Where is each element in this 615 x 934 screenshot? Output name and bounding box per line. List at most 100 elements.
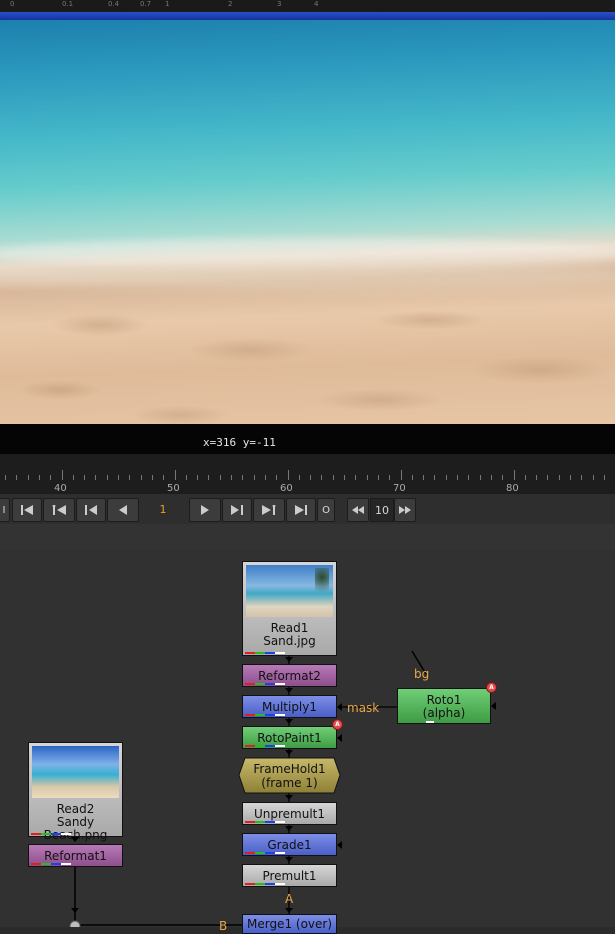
reformat1-node[interactable]: Reformat1 [28,844,123,867]
animated-badge-icon: A [486,682,497,693]
a-pipe-label: A [285,892,294,906]
timeline-tick [129,475,131,480]
top-ruler: 0 0.1 0.4 0.7 1 2 3 4 [0,0,615,12]
multiply1-node[interactable]: Multiply1 [242,695,337,718]
next-keyframe-icon [262,505,276,515]
read2-thumbnail [32,746,119,798]
frame-label: 60 [280,483,293,494]
channel-indicator [31,863,71,865]
read1-node[interactable]: Read1 Sand.jpg [242,561,337,656]
out-point-button[interactable]: O [317,498,335,522]
merge1-node[interactable]: Merge1 (over) [242,914,337,934]
first-frame-icon [21,505,33,515]
pipe-arrow [285,719,293,724]
timeline-tick [581,475,583,480]
framehold1-node[interactable]: FrameHold1 (frame 1) [238,762,341,790]
frame-increment-field[interactable]: 10 [370,498,394,522]
frame-label: 40 [54,483,67,494]
timeline-tick [185,475,187,480]
timeline-tick [208,475,210,480]
out-label: O [322,504,330,516]
rewind-icon [352,506,364,514]
timeline-tick [276,475,278,480]
timeline-tick [253,475,255,480]
pipe-arrow [285,826,293,831]
grade1-node[interactable]: Grade1 [242,833,337,856]
ruler-label: 1 [165,0,170,8]
next-increment-button[interactable] [222,498,252,522]
reformat2-node[interactable]: Reformat2 [242,664,337,687]
timeline-tick [389,475,391,480]
channel-indicator [426,721,434,723]
timeline-tick [5,475,6,480]
unpremult1-node[interactable]: Unpremult1 [242,802,337,825]
roto1-node[interactable]: Roto1 (alpha) [397,688,491,724]
pipe-arrow [71,837,79,842]
rotopaint1-node[interactable]: RotoPaint1 [242,726,337,749]
cursor-coordinates: x=316 y=-11 [203,436,276,449]
current-frame-field[interactable]: 1 [140,498,186,520]
timeline-tick [355,475,357,480]
bg-pipe-label: bg [414,667,430,681]
ruler-label: 4 [314,0,319,8]
play-backward-button[interactable] [107,498,139,522]
previous-increment-button[interactable] [76,498,106,522]
channel-indicator [245,852,285,854]
timeline-tick [16,475,18,480]
framehold1-sub: (frame 1) [261,776,318,790]
premult1-node[interactable]: Premult1 [242,864,337,887]
pipe-arrow [71,908,79,913]
step-back-icon [85,505,97,515]
palm-tree-icon [315,568,329,598]
timeline-tick [72,475,74,480]
in-label: I [2,504,6,516]
roto1-sub: (alpha) [422,706,466,720]
roto1-input-arrow [491,702,496,710]
timeline-tick [377,475,379,480]
last-frame-button[interactable] [286,498,316,522]
timeline-tick [174,470,176,480]
pipe-arrow [285,657,293,662]
viewer-format-band [0,12,615,20]
timeline-tick [287,470,289,480]
timeline-tick [95,475,97,480]
timeline-tick [197,475,199,480]
timeline-tick [603,475,605,480]
timeline-tick [592,475,594,480]
read2-node[interactable]: Read2 Sandy Beach.png [28,742,123,842]
increment-step-button[interactable] [394,498,416,522]
channel-indicator [245,714,285,716]
timeline-tick [310,475,312,480]
rotopaint1-input-arrow [337,734,342,742]
b-pipe-label: B [219,919,228,933]
channel-indicator [245,652,285,654]
channel-indicator [245,821,285,823]
framehold1-name: FrameHold1 [253,762,326,776]
ruler-label: 3 [277,0,282,8]
timeline-tick [366,475,368,480]
timeline-tick [570,475,571,480]
step-forward-icon [231,505,243,515]
timeline-tick [219,475,221,480]
viewer-image[interactable] [0,20,615,424]
timeline-tick [242,475,244,480]
timeline[interactable] [0,454,615,494]
first-frame-button[interactable] [12,498,42,522]
channel-indicator [245,883,285,885]
grade1-mask-arrow [337,841,342,849]
frame-label: 50 [167,483,180,494]
mask-pipe-label: mask [347,701,380,715]
timeline-tick [298,475,300,480]
panel-divider [0,524,615,551]
next-keyframe-button[interactable] [253,498,285,522]
viewer-info-bar [0,424,615,454]
timeline-tick [106,475,108,480]
timeline-tick [524,475,526,480]
timeline-tick [163,475,165,480]
timeline-tick [61,470,63,480]
previous-keyframe-button[interactable] [43,498,75,522]
decrement-step-button[interactable] [347,498,369,522]
play-forward-button[interactable] [189,498,221,522]
timeline-tick [468,475,470,480]
in-point-button[interactable]: I [0,498,10,522]
